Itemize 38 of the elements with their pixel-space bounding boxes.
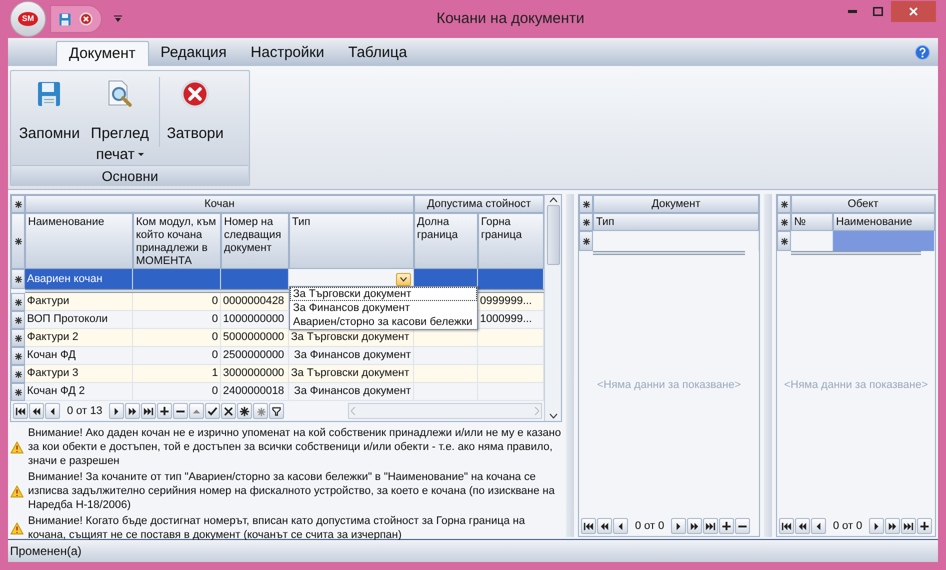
empty-message: <Няма данни за показване> bbox=[784, 378, 928, 394]
ribbon-button[interactable]: Затвори bbox=[162, 77, 228, 147]
app-logo[interactable]: SM bbox=[10, 1, 46, 37]
ribbon-button[interactable]: Преглед печат bbox=[84, 77, 156, 165]
status-text: Променен(а) bbox=[10, 543, 82, 560]
column-header[interactable]: Наименование bbox=[25, 213, 133, 269]
new-row[interactable]: Авариен кочан bbox=[11, 269, 544, 289]
ribbon-button[interactable]: Запомни bbox=[15, 77, 84, 144]
table-cell: За Финансов документ bbox=[289, 383, 414, 401]
warning-text: Внимание! Когато бъде достигнат номерът, вписан като допустима стойност за Горна граница на кочана, същият не се поставя в документ (кочанът се счита за изчерпан) bbox=[28, 514, 526, 542]
column-header[interactable]: Тип bbox=[289, 213, 414, 269]
column-header[interactable]: Тип bbox=[593, 213, 759, 231]
record-counter: 0 от 0 bbox=[634, 518, 666, 534]
band-header: Кочан bbox=[25, 195, 414, 213]
column-header[interactable]: Горна граница bbox=[478, 213, 544, 269]
warning-text: Внимание! За кочаните от тип "Авариен/сторно за касови бележки" в "Наименование" на кочана се изписва задължително серийния номер на фискалното устройство, за което е кочана (по изискване на Наредба Н-18/2006) bbox=[28, 470, 556, 512]
band-header: Обект bbox=[791, 195, 935, 213]
column-header[interactable]: Ком модул, към който кочана принадлежи в МОМЕНТА bbox=[133, 213, 221, 269]
record-counter: 0 от 13 bbox=[66, 404, 104, 419]
column-header[interactable]: № bbox=[791, 213, 833, 231]
dropdown-option[interactable]: За Търговски документ bbox=[290, 287, 477, 301]
window-title: Кочани на документи bbox=[436, 8, 584, 29]
logo-text: SM bbox=[18, 12, 38, 26]
record-counter: 0 от 0 bbox=[832, 518, 864, 534]
dropdown-option[interactable]: Авариен/сторно за касови бележки bbox=[290, 315, 477, 329]
group-label: Основни bbox=[12, 165, 248, 186]
column-header[interactable]: Наименование bbox=[833, 213, 935, 231]
ribbon-tab[interactable]: Документ bbox=[56, 41, 149, 66]
column-header[interactable]: Долна граница bbox=[414, 213, 478, 269]
ribbon-tab[interactable]: Таблица bbox=[336, 41, 420, 66]
ribbon-tab[interactable]: Редакция bbox=[148, 41, 239, 66]
band-header: Документ bbox=[593, 195, 759, 213]
warning-text: Внимание! Ако даден кочан не е изрично упоменат на кой собственик принадлежи и/или не му е казано за кои обекти е достъпен, той е достъпен за всички собственици и/или обекти - т.е. ако няма правило, значи е разрешен bbox=[28, 426, 562, 468]
column-header[interactable]: Номер на следващия документ bbox=[221, 213, 289, 269]
dropdown-option[interactable]: За Финансов документ bbox=[290, 301, 477, 315]
band-header: Допустима стойност bbox=[414, 195, 544, 213]
empty-message: <Няма данни за показване> bbox=[597, 378, 741, 394]
ribbon-tab[interactable]: Настройки bbox=[238, 41, 336, 66]
